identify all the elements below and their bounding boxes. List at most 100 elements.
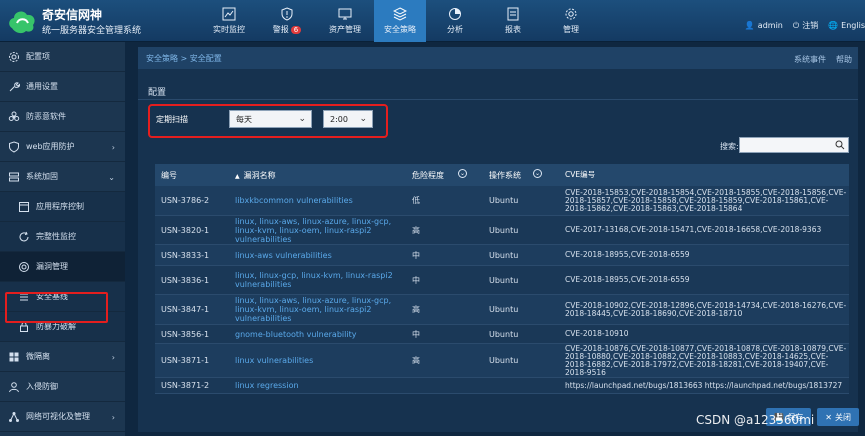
nav-label: 安全策略 xyxy=(384,25,416,34)
vuln-name-link[interactable]: libxkbcommon vulnerabilities xyxy=(235,196,353,205)
search-label: 搜索: xyxy=(720,142,739,151)
nav-asset-management[interactable]: 资产管理 xyxy=(316,0,374,42)
highlight-box xyxy=(5,292,108,323)
shield-alert-icon xyxy=(281,7,293,21)
language-switch[interactable]: 🌐 Englis xyxy=(828,21,865,30)
globe-icon: 🌐 xyxy=(828,21,839,30)
chart-icon xyxy=(222,7,236,21)
sidebar-item-web-protection[interactable]: web应用防护 › xyxy=(0,132,125,162)
chevron-right-icon: › xyxy=(111,413,115,422)
watermark: CSDN @a123560mi xyxy=(696,413,815,427)
table-row[interactable]: USN-3786-2 libxkbcommon vulnerabilities … xyxy=(155,186,849,216)
sidebar-item-vulnerability-management[interactable]: 漏洞管理 xyxy=(0,252,125,282)
pie-icon xyxy=(449,8,461,20)
sidebar-item-integrity-monitor[interactable]: 完整性监控 xyxy=(0,222,125,252)
user-area: 👤 admin ⏻ 注销 🌐 Englis xyxy=(745,20,865,31)
chevron-right-icon: › xyxy=(111,143,115,152)
vulnerability-table: 编号 ▲ 漏洞名称 危险程度 ⌄ 操作系统 ⌄ CVE编号 USN-3786-2 li… xyxy=(155,164,849,394)
vuln-name-link[interactable]: linux-aws vulnerabilities xyxy=(235,251,332,260)
server-icon xyxy=(9,172,19,181)
breadcrumb: 安全策略 > 安全配置 xyxy=(138,47,858,69)
vuln-name-link[interactable]: linux regression xyxy=(235,381,299,390)
scan-frequency-select[interactable]: 每天 ⌄ xyxy=(229,110,312,128)
scan-time-select[interactable]: 2:00 ⌄ xyxy=(323,110,373,128)
sidebar-item-network-visualization[interactable]: 网络可视化及管理 › xyxy=(0,402,125,432)
nav-security-policy[interactable]: 安全策略 xyxy=(374,0,426,42)
gear-icon xyxy=(565,8,577,20)
nav-label: 分析 xyxy=(447,25,463,34)
vuln-name-link[interactable]: gnome-bluetooth vulnerability xyxy=(235,330,356,339)
vuln-name-link[interactable]: linux, linux-aws, linux-azure, linux-gcp… xyxy=(235,217,391,244)
logo-icon xyxy=(9,11,35,34)
shield-icon xyxy=(9,140,19,153)
table-header: 编号 ▲ 漏洞名称 危险程度 ⌄ 操作系统 ⌄ CVE编号 xyxy=(155,164,849,186)
brand-subtitle: 统一服务器安全管理系统 xyxy=(42,26,142,36)
table-row[interactable]: USN-3847-1 linux, linux-aws, linux-azure… xyxy=(155,295,849,325)
sidebar: 配置项 通用设置 防恶意软件 web应用防护 › 系统加固 ⌄ 应用程序控制 完… xyxy=(0,42,125,436)
chevron-down-icon[interactable]: ⌄ xyxy=(458,168,467,178)
search-input[interactable] xyxy=(739,137,849,153)
nav-analysis[interactable]: 分析 xyxy=(426,0,484,42)
breadcrumb-text[interactable]: 安全策略 > 安全配置 xyxy=(146,53,222,64)
sidebar-item-system-hardening[interactable]: 系统加固 ⌄ xyxy=(0,162,125,192)
refresh-icon xyxy=(19,231,29,241)
chevron-down-icon: ⌄ xyxy=(359,114,367,124)
main-nav: 实时监控 警报 6 资产管理 安全策略 分析 报表 管理 xyxy=(200,0,600,42)
help-link[interactable]: 帮助 xyxy=(836,54,852,65)
nav-label: 实时监控 xyxy=(213,25,245,34)
user-icon: 👤 xyxy=(744,21,755,30)
scheduled-scan-label: 定期扫描 xyxy=(156,115,188,124)
brand-title: 奇安信网神 xyxy=(42,8,103,22)
table-row[interactable]: USN-3871-2 linux regression https://laun… xyxy=(155,378,849,394)
chevron-down-icon: ⌄ xyxy=(108,173,115,182)
col-name[interactable]: ▲ 漏洞名称 xyxy=(229,170,406,181)
nav-management[interactable]: 管理 xyxy=(542,0,600,42)
col-os[interactable]: 操作系统 ⌄ xyxy=(483,168,559,181)
sidebar-item-config[interactable]: 配置项 xyxy=(0,42,125,72)
alert-count-badge: 6 xyxy=(290,26,302,34)
close-button[interactable]: ✕ 关闭 xyxy=(817,408,859,426)
user-menu[interactable]: 👤 admin xyxy=(745,21,783,30)
divider xyxy=(138,99,858,100)
sidebar-item-intrusion-prevention[interactable]: 入侵防御 xyxy=(0,372,125,402)
vuln-name-link[interactable]: linux, linux-aws, linux-azure, linux-gcp… xyxy=(235,296,391,323)
nav-realtime-monitor[interactable]: 实时监控 xyxy=(200,0,258,42)
app-icon xyxy=(19,201,29,212)
nav-reports[interactable]: 报表 xyxy=(484,0,542,42)
network-icon xyxy=(9,411,19,422)
monitor-icon xyxy=(338,8,352,20)
close-icon: ✕ xyxy=(825,412,832,422)
system-events-link[interactable]: 系统事件 xyxy=(794,54,826,65)
nav-alerts[interactable]: 警报 6 xyxy=(258,0,316,42)
top-header: 奇安信网神 统一服务器安全管理系统 实时监控 警报 6 资产管理 安全策略 分析 … xyxy=(0,0,865,42)
logout-link[interactable]: ⏻ 注销 xyxy=(793,20,818,31)
username: admin xyxy=(757,21,783,30)
biohazard-icon xyxy=(8,111,20,121)
user-icon xyxy=(9,381,19,392)
sidebar-item-antimalware[interactable]: 防恶意软件 xyxy=(0,102,125,132)
report-icon xyxy=(507,7,519,21)
config-title: 配置 xyxy=(148,88,167,98)
col-level[interactable]: 危险程度 ⌄ xyxy=(406,168,483,181)
table-row[interactable]: USN-3833-1 linux-aws vulnerabilities 中 U… xyxy=(155,245,849,266)
nav-label: 报表 xyxy=(505,25,521,34)
sort-asc-icon: ▲ xyxy=(235,172,240,180)
nav-label: 管理 xyxy=(563,25,579,34)
sidebar-item-general-settings[interactable]: 通用设置 xyxy=(0,72,125,102)
layers-icon xyxy=(393,7,407,21)
table-row[interactable]: USN-3820-1 linux, linux-aws, linux-azure… xyxy=(155,216,849,245)
sidebar-item-micro-segmentation[interactable]: 微隔离 › xyxy=(0,342,125,372)
table-row[interactable]: USN-3871-1 linux vulnerabilities 高 Ubunt… xyxy=(155,344,849,378)
nav-label: 资产管理 xyxy=(329,25,361,34)
table-row[interactable]: USN-3836-1 linux, linux-gcp, linux-kvm, … xyxy=(155,266,849,295)
chevron-down-icon[interactable]: ⌄ xyxy=(533,168,542,178)
sidebar-item-app-control[interactable]: 应用程序控制 xyxy=(0,192,125,222)
vuln-icon xyxy=(19,261,29,272)
nav-label: 警报 xyxy=(272,25,289,34)
vuln-name-link[interactable]: linux, linux-gcp, linux-kvm, linux-raspi… xyxy=(235,271,393,289)
table-row[interactable]: USN-3856-1 gnome-bluetooth vulnerability… xyxy=(155,325,849,344)
col-cve[interactable]: CVE编号 xyxy=(559,171,849,179)
grid-icon xyxy=(9,352,19,361)
vuln-name-link[interactable]: linux vulnerabilities xyxy=(235,356,313,365)
col-id[interactable]: 编号 xyxy=(155,170,229,181)
